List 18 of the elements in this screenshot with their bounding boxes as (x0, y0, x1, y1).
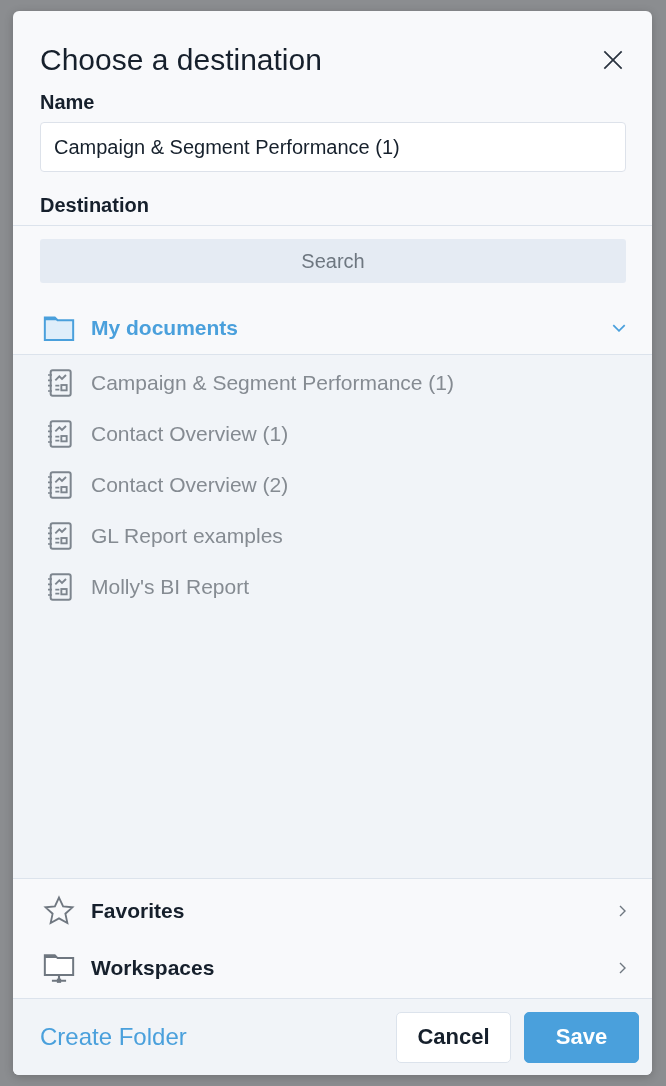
section-row[interactable]: Workspaces (13, 939, 652, 996)
document-item[interactable]: Molly's BI Report (13, 561, 652, 612)
save-button[interactable]: Save (524, 1011, 639, 1063)
document-item[interactable]: Contact Overview (2) (13, 459, 652, 510)
name-field[interactable]: Campaign & Segment Performance (1) (40, 122, 626, 172)
chevron-right-icon (619, 904, 626, 917)
document-item[interactable]: Contact Overview (1) (13, 408, 652, 459)
document-item[interactable]: Campaign & Segment Performance (1) (13, 357, 652, 408)
create-folder-link[interactable]: Create Folder (40, 1023, 187, 1051)
field-label: Destination (40, 194, 150, 218)
star-icon (42, 893, 76, 928)
cancel-button[interactable]: Cancel (396, 1011, 511, 1063)
chevron-right-icon (619, 961, 626, 974)
document-item[interactable]: GL Report examples (13, 510, 652, 561)
search-field[interactable]: Search (40, 239, 626, 283)
dialog-title: Choose a destination (40, 43, 322, 77)
field-label: Name (40, 91, 96, 115)
section-row[interactable]: Favorites (13, 882, 652, 939)
